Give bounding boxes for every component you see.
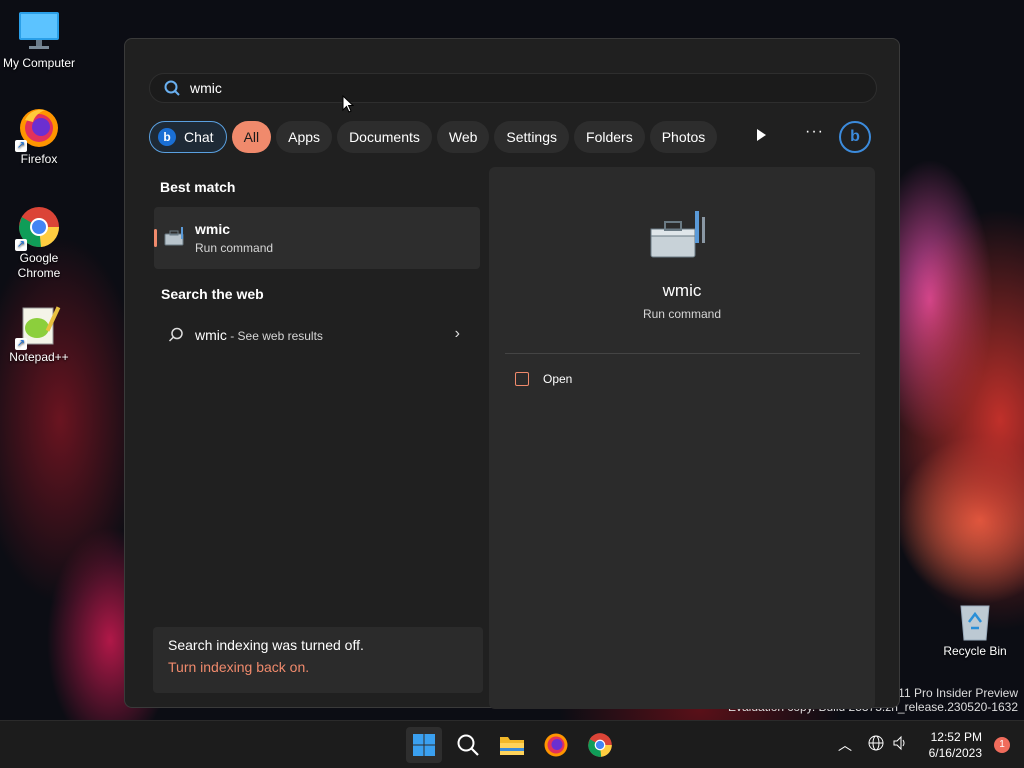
scroll-filters-play-icon[interactable] (757, 129, 766, 141)
file-explorer-button[interactable] (494, 727, 530, 763)
clock[interactable]: 12:52 PM 6/16/2023 (929, 729, 982, 761)
filter-label: Documents (349, 129, 420, 145)
chrome-icon: ↗ (15, 205, 61, 251)
language-globe-icon[interactable] (868, 735, 884, 754)
show-hidden-icons-chevron-icon[interactable]: ︿ (838, 735, 852, 755)
firefox-icon: ↗ (15, 106, 61, 152)
volume-icon[interactable] (892, 735, 908, 754)
search-icon (164, 80, 180, 96)
filter-apps[interactable]: Apps (276, 121, 333, 153)
shortcut-arrow-icon: ↗ (15, 140, 27, 152)
filter-all[interactable]: All (231, 121, 272, 153)
windows-logo-icon (413, 734, 435, 756)
desktop-icon-firefox[interactable]: ↗ Firefox (1, 106, 77, 167)
best-match-name: wmic (195, 221, 231, 237)
clock-time: 12:52 PM (930, 730, 982, 744)
notepadpp-icon: ↗ (15, 304, 61, 350)
indexing-notice: Search indexing was turned off. Turn ind… (153, 627, 483, 693)
shortcut-arrow-icon: ↗ (15, 338, 27, 350)
search-icon (168, 327, 183, 342)
notification-badge[interactable]: 1 (994, 737, 1010, 753)
web-result-row[interactable]: wmic - See web results › (154, 319, 480, 351)
turn-indexing-on-link[interactable]: Turn indexing back on. (168, 659, 468, 675)
filter-documents[interactable]: Documents (337, 121, 432, 153)
taskbar-search-button[interactable] (450, 727, 486, 763)
desktop-icon-notepadpp[interactable]: ↗ Notepad++ (1, 304, 77, 365)
filter-bar: b Chat All Apps Documents Web Settings F… (149, 121, 722, 153)
chrome-icon (588, 733, 612, 757)
firefox-taskbar-button[interactable] (538, 727, 574, 763)
desktop-icon-recycle-bin[interactable]: Recycle Bin (937, 598, 1013, 659)
bing-button[interactable]: b (839, 121, 871, 153)
selection-accent (154, 229, 157, 247)
desktop-icon-label: Recycle Bin (943, 644, 1007, 658)
open-label: Open (543, 372, 573, 386)
desktop-icon-label: Google Chrome (17, 251, 61, 280)
taskbar: ︿ 12:52 PM 6/16/2023 1 (0, 720, 1024, 768)
filter-chat[interactable]: b Chat (149, 121, 227, 153)
more-options-button[interactable]: ··· (805, 123, 824, 141)
search-web-title: Search the web (161, 286, 264, 302)
firefox-icon (544, 733, 568, 757)
search-input[interactable] (190, 80, 790, 96)
filter-label: Apps (288, 129, 321, 145)
indexing-message: Search indexing was turned off. (168, 637, 364, 653)
chrome-taskbar-button[interactable] (582, 727, 618, 763)
bing-chat-icon: b (158, 128, 176, 146)
clock-date: 6/16/2023 (928, 746, 982, 760)
filter-folders[interactable]: Folders (574, 121, 645, 153)
detail-type: Run command (642, 307, 722, 321)
open-external-icon (515, 372, 529, 386)
folder-icon (500, 737, 524, 755)
shortcut-arrow-icon: ↗ (15, 239, 27, 251)
filter-web[interactable]: Web (436, 121, 490, 153)
filter-photos[interactable]: Photos (649, 121, 718, 153)
search-icon (457, 734, 479, 756)
start-search-panel: b Chat All Apps Documents Web Settings F… (124, 38, 900, 709)
recycle-bin-icon (953, 598, 997, 642)
open-action[interactable]: Open (515, 372, 572, 386)
desktop-icon-label: Firefox (20, 152, 58, 166)
search-box[interactable] (149, 73, 877, 103)
best-match-title: Best match (160, 179, 236, 195)
web-suffix: - See web results (226, 329, 323, 343)
filter-label: Web (448, 129, 478, 145)
toolbox-icon (650, 211, 705, 258)
chevron-right-icon: › (454, 325, 460, 342)
best-match-item[interactable]: wmic Run command (154, 207, 480, 269)
desktop-icon-my-computer[interactable]: My Computer (1, 10, 77, 71)
toolbox-icon (164, 227, 184, 246)
result-detail-pane: wmic Run command Open (489, 167, 875, 709)
desktop-icon-chrome[interactable]: ↗ Google Chrome (1, 205, 77, 281)
mouse-cursor-icon (342, 95, 354, 113)
start-button[interactable] (406, 727, 442, 763)
divider (505, 353, 860, 354)
web-query: wmic (195, 327, 227, 343)
filter-settings[interactable]: Settings (494, 121, 570, 153)
desktop-icon-label: Notepad++ (9, 350, 69, 364)
desktop-icon-label: My Computer (2, 56, 76, 70)
filter-label: Chat (184, 129, 214, 145)
filter-label: Photos (661, 129, 706, 145)
filter-label: Folders (586, 129, 633, 145)
best-match-type: Run command (195, 241, 274, 255)
filter-label: All (243, 129, 260, 145)
filter-label: Settings (506, 129, 558, 145)
monitor-icon (17, 10, 61, 54)
detail-name: wmic (662, 281, 702, 300)
